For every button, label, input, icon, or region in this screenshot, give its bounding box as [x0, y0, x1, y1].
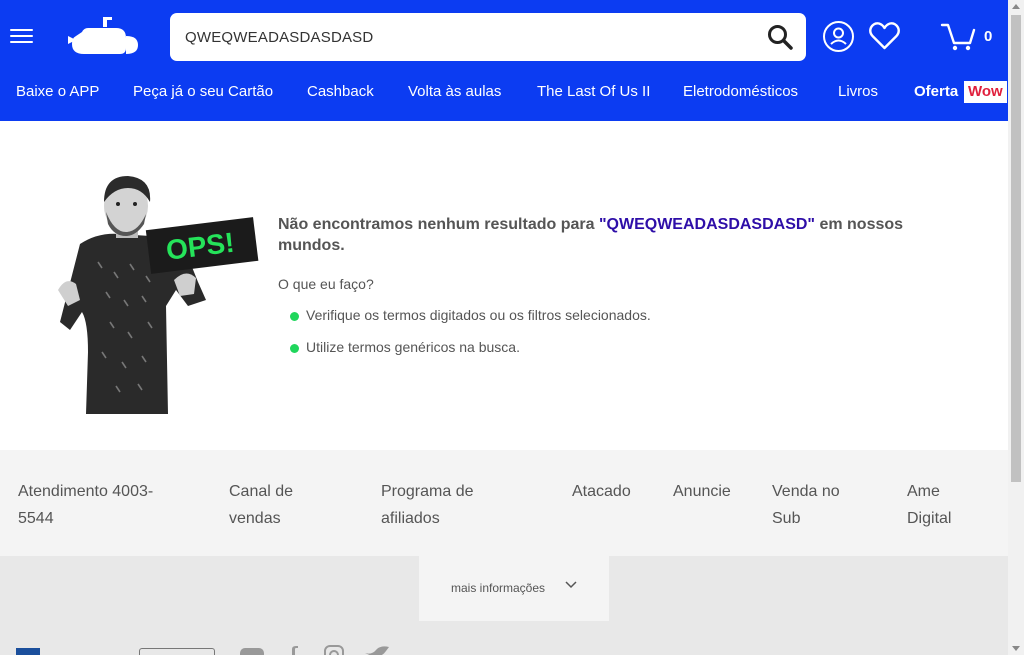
youtube-icon[interactable]	[239, 646, 265, 655]
footer-bottom: mais informações	[0, 556, 1008, 655]
more-info-button[interactable]: mais informações	[419, 556, 609, 621]
page: 0 Baixe o APP Peça já o seu Cartão Cashb…	[0, 0, 1024, 655]
footer-link-anuncie[interactable]: Anuncie	[673, 478, 753, 505]
cart-icon[interactable]	[940, 20, 976, 52]
cart-count: 0	[984, 28, 993, 45]
facebook-icon[interactable]	[288, 645, 300, 655]
heart-icon[interactable]	[868, 21, 901, 51]
search-input[interactable]	[185, 13, 745, 61]
nav-item-volta-aulas[interactable]: Volta às aulas	[408, 83, 501, 100]
scroll-up-arrow-icon[interactable]	[1012, 4, 1020, 9]
badge-icon	[139, 648, 215, 655]
scrollbar-thumb[interactable]	[1011, 15, 1021, 482]
category-nav: Baixe o APP Peça já o seu Cartão Cashbac…	[0, 77, 1008, 109]
more-info-label: mais informações	[451, 581, 546, 595]
scroll-down-arrow-icon[interactable]	[1012, 646, 1020, 651]
chevron-down-icon	[565, 581, 577, 589]
submarine-logo-icon[interactable]	[66, 14, 140, 56]
nav-item-oferta[interactable]: Oferta	[914, 83, 958, 100]
wow-badge[interactable]: Wow	[964, 81, 1007, 103]
no-results-title: Não encontramos nenhum resultado para "Q…	[278, 214, 948, 256]
search-icon[interactable]	[766, 23, 794, 51]
tip-text: Verifique os termos digitados ou os filt…	[306, 307, 651, 323]
nav-item-livros[interactable]: Livros	[838, 83, 878, 100]
footer-links: Atendimento 4003-5544 Canal de vendas Pr…	[0, 450, 1008, 556]
hamburger-menu-icon[interactable]	[10, 27, 34, 45]
nav-item-app[interactable]: Baixe o APP	[16, 83, 99, 100]
nav-item-cartao[interactable]: Peça já o seu Cartão	[133, 83, 273, 100]
instagram-icon[interactable]	[324, 645, 344, 655]
footer-link-ame[interactable]: Ame Digital	[907, 478, 977, 532]
tip-text: Utilize termos genéricos na busca.	[306, 339, 520, 355]
title-prefix: Não encontramos nenhum resultado para	[278, 216, 599, 233]
search-box	[170, 13, 806, 61]
ops-man-illustration: OPS!	[58, 176, 259, 414]
footer-link-afiliados[interactable]: Programa de afiliados	[381, 478, 501, 532]
footer-link-atendimento[interactable]: Atendimento 4003-5544	[18, 478, 188, 532]
footer-link-canal-vendas[interactable]: Canal de vendas	[229, 478, 329, 532]
user-icon[interactable]	[822, 20, 855, 53]
twitter-icon[interactable]	[364, 645, 390, 655]
bullet-icon	[290, 312, 299, 321]
page-scrollbar[interactable]	[1008, 0, 1024, 655]
nav-item-last-of-us[interactable]: The Last Of Us II	[537, 83, 650, 100]
help-subtitle: O que eu faço?	[278, 276, 374, 292]
search-query: "QWEQWEADASDASDASD"	[598, 216, 816, 233]
footer-link-venda-sub[interactable]: Venda no Sub	[772, 478, 862, 532]
bullet-icon	[290, 344, 299, 353]
site-header: 0 Baixe o APP Peça já o seu Cartão Cashb…	[0, 0, 1008, 121]
nav-item-eletrodomesticos[interactable]: Eletrodomésticos	[683, 83, 798, 100]
footer-link-atacado[interactable]: Atacado	[572, 478, 652, 505]
nav-item-cashback[interactable]: Cashback	[307, 83, 374, 100]
seal-icon	[16, 648, 40, 655]
